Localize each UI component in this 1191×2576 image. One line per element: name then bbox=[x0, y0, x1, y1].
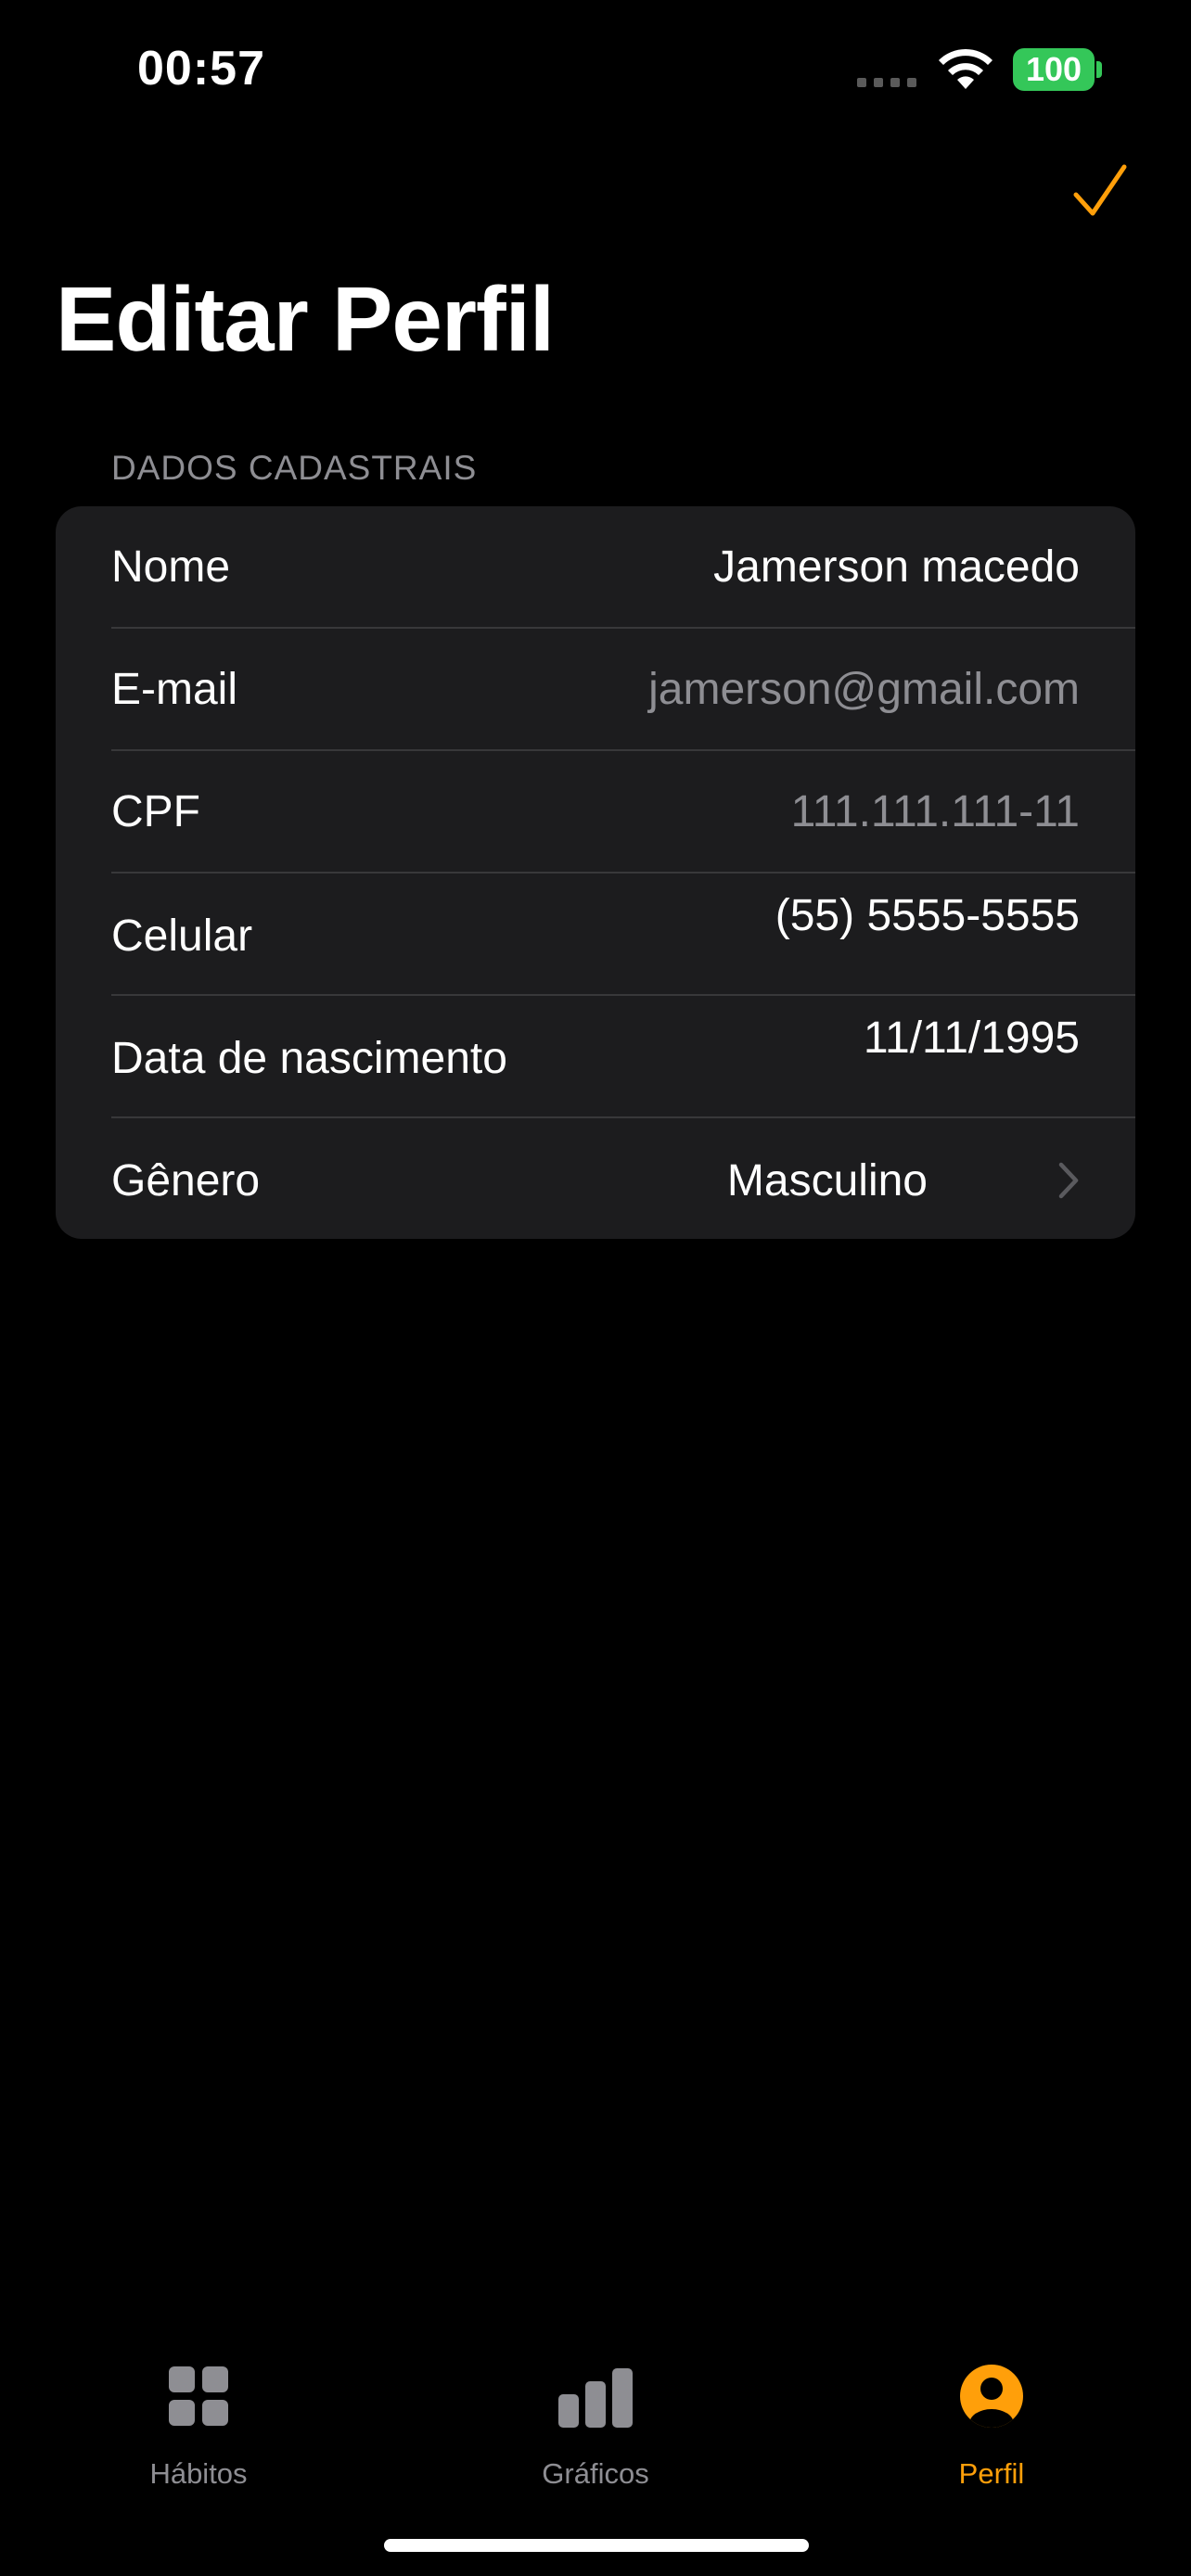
row-label: Celular bbox=[111, 912, 253, 961]
data-nascimento-input[interactable]: 11/11/1995 bbox=[864, 1013, 1080, 1064]
done-checkmark-icon[interactable] bbox=[1070, 161, 1130, 221]
row-label: CPF bbox=[111, 787, 200, 836]
status-time: 00:57 bbox=[137, 42, 265, 96]
tab-graficos[interactable]: Gráficos bbox=[456, 2337, 735, 2490]
battery-tip bbox=[1096, 61, 1102, 78]
cpf-input[interactable]: 111.111.111-11 bbox=[791, 786, 1080, 837]
chevron-right-icon bbox=[1058, 1162, 1079, 1199]
row-celular[interactable]: Celular (55) 5555-5555 bbox=[56, 874, 1135, 996]
celular-input[interactable]: (55) 5555-5555 bbox=[775, 890, 1080, 941]
battery-level: 100 bbox=[1025, 50, 1082, 88]
tab-label: Gráficos bbox=[542, 2457, 649, 2490]
tab-label: Hábitos bbox=[149, 2457, 248, 2490]
row-genero[interactable]: Gênero Masculino bbox=[56, 1118, 1135, 1239]
person-circle-icon bbox=[960, 2365, 1023, 2428]
genero-picker[interactable]: Masculino bbox=[727, 1155, 928, 1206]
cellular-signal-icon bbox=[857, 78, 916, 87]
page-title: Editar Perfil bbox=[56, 268, 555, 370]
tab-label: Perfil bbox=[958, 2457, 1025, 2490]
status-bar: 00:57 100 bbox=[0, 0, 1191, 139]
row-data-nascimento[interactable]: Data de nascimento 11/11/1995 bbox=[56, 996, 1135, 1118]
profile-form-card: Nome Jamerson macedo E-mail jamerson@gma… bbox=[56, 506, 1135, 1239]
row-cpf[interactable]: CPF 111.111.111-11 bbox=[56, 751, 1135, 874]
row-email[interactable]: E-mail jamerson@gmail.com bbox=[56, 629, 1135, 751]
row-nome[interactable]: Nome Jamerson macedo bbox=[56, 506, 1135, 629]
tab-habitos[interactable]: Hábitos bbox=[59, 2337, 338, 2490]
grid-icon bbox=[169, 2366, 228, 2426]
nome-input[interactable]: Jamerson macedo bbox=[713, 542, 1080, 593]
screen: 00:57 100 Editar Perfil DADOS CADASTRAIS… bbox=[0, 0, 1191, 2576]
row-label: Gênero bbox=[111, 1156, 261, 1205]
wifi-icon bbox=[939, 48, 992, 89]
row-label: Nome bbox=[111, 542, 231, 592]
battery-indicator: 100 bbox=[1013, 48, 1095, 91]
row-label: E-mail bbox=[111, 665, 238, 714]
row-label: Data de nascimento bbox=[111, 1034, 507, 1083]
bar-chart-icon bbox=[558, 2368, 633, 2428]
home-indicator bbox=[384, 2539, 809, 2552]
section-header: DADOS CADASTRAIS bbox=[111, 449, 478, 487]
tab-perfil[interactable]: Perfil bbox=[852, 2337, 1131, 2490]
email-input[interactable]: jamerson@gmail.com bbox=[648, 664, 1080, 715]
